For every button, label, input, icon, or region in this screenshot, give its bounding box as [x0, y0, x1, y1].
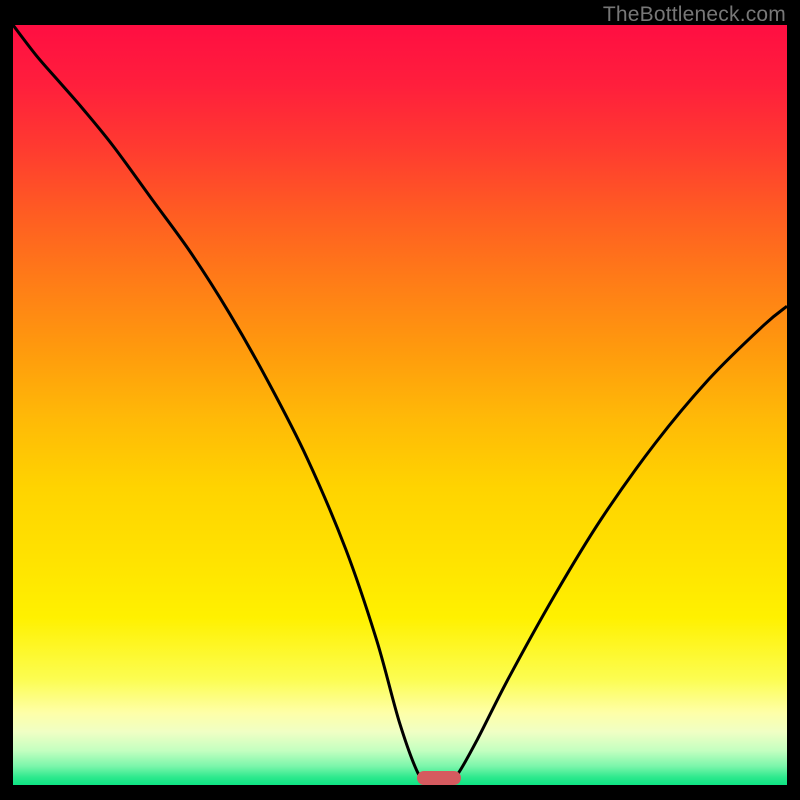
curve-layer [13, 25, 787, 785]
chart-stage: TheBottleneck.com [0, 0, 800, 800]
bottleneck-curve [13, 25, 787, 785]
optimal-marker [417, 771, 461, 785]
watermark-text: TheBottleneck.com [603, 3, 786, 27]
plot-area [13, 25, 787, 785]
